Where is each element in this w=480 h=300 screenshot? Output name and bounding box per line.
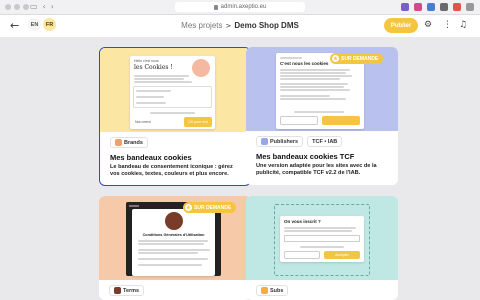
star-icon: ★ — [185, 204, 192, 211]
url-text: admin.axeptio.eu — [220, 4, 267, 10]
address-bar[interactable]: admin.axeptio.eu — [175, 2, 305, 12]
publisher-icon — [261, 138, 268, 145]
card-preview: C'est nous les cookies ★ SUR DEMANDE — [246, 47, 398, 131]
subs-icon — [261, 287, 268, 294]
tag-brands: Brands — [110, 137, 148, 148]
card-title: Mes bandeaux cookies — [110, 153, 192, 162]
mock-accept: OK pour moi — [184, 117, 212, 127]
tag-tcf: TCF • IAB — [307, 136, 343, 147]
back-icon: ‹ — [42, 2, 46, 11]
card-description: Une version adaptée pour les sites avec … — [256, 163, 377, 177]
app-header: ← EN FR Mes projets > Demo Shop DMS Publie… — [0, 15, 480, 37]
card-terms[interactable]: Conditions Générales d'Utilisation ★ SUR … — [99, 196, 251, 300]
card-preview: On vous inscrit ? Accepter — [246, 196, 398, 280]
card-subs[interactable]: On vous inscrit ? Accepter Subs — [246, 196, 398, 300]
mock-button — [284, 251, 320, 259]
mock-heading: C'est nous les cookies — [280, 61, 329, 66]
card-publishers[interactable]: C'est nous les cookies ★ SUR DEMANDE Publ… — [246, 47, 398, 185]
extension-icon — [466, 3, 474, 11]
subs-mock: On vous inscrit ? Accepter — [280, 216, 364, 262]
mock-heading: On vous inscrit ? — [284, 219, 321, 224]
extension-icon — [401, 3, 409, 11]
extensions[interactable] — [401, 3, 474, 11]
on-demand-badge: ★ SUR DEMANDE — [330, 53, 384, 64]
card-description: Le bandeau de consentement iconique : gé… — [110, 164, 233, 178]
star-icon: ★ — [332, 55, 339, 62]
cookie-avatar-icon — [192, 59, 210, 77]
mock-button — [280, 116, 318, 125]
mock-deny: Non merci — [135, 120, 151, 124]
extension-icon — [427, 3, 435, 11]
more-vertical-icon[interactable]: ⋮ — [443, 20, 452, 30]
breadcrumb-current: Demo Shop DMS — [234, 21, 299, 30]
chevron-right-icon: > — [225, 22, 232, 30]
card-title: Mes bandeaux cookies TCF — [256, 152, 355, 161]
banner-mock: Hello c'est nous les Cookies ! Non merci… — [130, 56, 215, 129]
publish-button[interactable]: Publier — [384, 18, 418, 33]
gear-icon[interactable]: ⚙ — [424, 20, 432, 30]
extension-icon — [414, 3, 422, 11]
tag-publishers: Publishers — [256, 136, 304, 147]
cookie-avatar-icon — [165, 212, 183, 230]
extension-icon — [453, 3, 461, 11]
sidebar-icon: ▭ — [30, 2, 38, 11]
tag-subs: Subs — [256, 285, 289, 296]
on-demand-badge: ★ SUR DEMANDE — [183, 202, 237, 213]
browser-toolbar: ▭ ‹ › admin.axeptio.eu — [0, 0, 480, 15]
browser-nav[interactable]: ▭ ‹ › — [30, 2, 54, 11]
mock-accept: Accepter — [324, 251, 360, 259]
tag-terms: Terms — [109, 285, 145, 296]
banner-mock: C'est nous les cookies — [276, 53, 364, 129]
bell-icon[interactable]: ♫ — [459, 20, 467, 30]
mock-heading: les Cookies ! — [134, 64, 173, 71]
card-brands[interactable]: Hello c'est nous les Cookies ! Non merci… — [99, 47, 251, 186]
card-preview: Conditions Générales d'Utilisation ★ SUR … — [99, 196, 251, 280]
mock-button — [322, 116, 360, 125]
card-preview: Hello c'est nous les Cookies ! Non merci… — [100, 48, 250, 132]
window-controls[interactable] — [5, 4, 29, 10]
mock-heading: Conditions Générales d'Utilisation — [142, 233, 205, 237]
lock-icon — [213, 4, 218, 10]
brand-icon — [115, 139, 122, 146]
breadcrumb-projects[interactable]: Mes projets — [181, 21, 222, 30]
terms-mock: Conditions Générales d'Utilisation — [132, 209, 215, 276]
terms-icon — [114, 287, 121, 294]
extension-icon — [440, 3, 448, 11]
mock-small-text: Hello c'est nous — [134, 59, 159, 63]
forward-icon: › — [50, 2, 54, 11]
terms-window: Conditions Générales d'Utilisation — [126, 202, 221, 276]
